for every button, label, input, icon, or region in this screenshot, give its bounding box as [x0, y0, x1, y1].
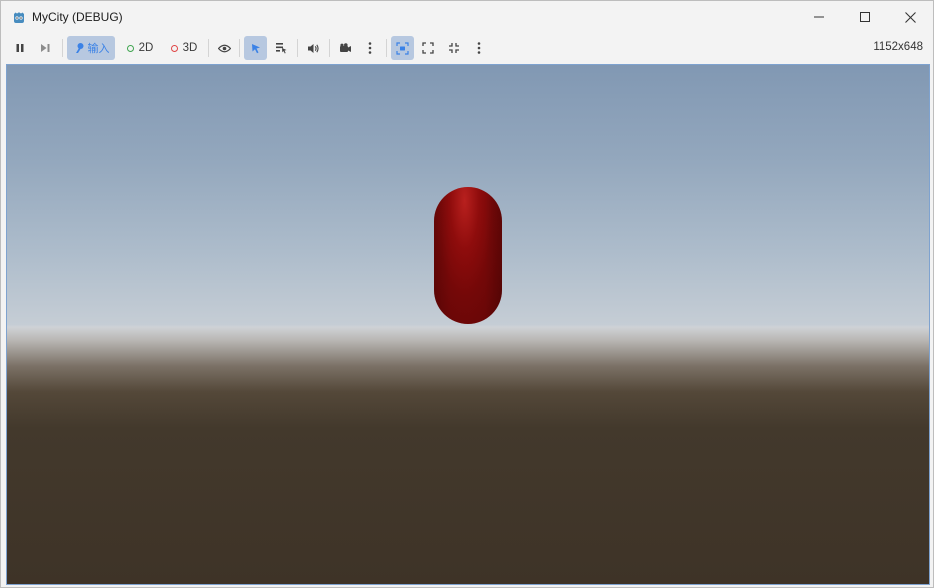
- fit-view-icon: [396, 41, 409, 55]
- select-mode-button[interactable]: [244, 36, 267, 60]
- camera-button[interactable]: [334, 36, 356, 60]
- camera-icon: [339, 43, 351, 52]
- shrink-button[interactable]: [443, 36, 465, 60]
- list-select-button[interactable]: [270, 36, 292, 60]
- pause-icon: [16, 44, 24, 52]
- red-capsule: [434, 187, 502, 324]
- mode-2d-button[interactable]: 2D: [120, 36, 160, 60]
- pause-button[interactable]: [9, 36, 31, 60]
- expand-icon: [422, 42, 434, 54]
- joypad-icon: [75, 43, 83, 53]
- maximize-icon: [860, 12, 870, 22]
- circle-3d-icon: [170, 44, 178, 52]
- minimize-button[interactable]: [796, 1, 842, 33]
- shrink-icon: [449, 43, 459, 53]
- maximize-button[interactable]: [842, 1, 888, 33]
- godot-icon: [14, 12, 24, 23]
- next-frame-icon: [40, 44, 49, 52]
- camera-options-button[interactable]: [360, 36, 380, 60]
- visibility-button[interactable]: [213, 36, 235, 60]
- view-options-button[interactable]: [469, 36, 489, 60]
- list-select-icon: [276, 43, 287, 54]
- resolution-label: 1152x648: [873, 41, 923, 53]
- audio-button[interactable]: [302, 36, 324, 60]
- kebab-menu-icon: [368, 42, 372, 54]
- close-icon: [904, 11, 916, 23]
- circle-2d-icon: [126, 44, 134, 52]
- title-bar[interactable]: MyCity (DEBUG): [1, 1, 933, 33]
- expand-button[interactable]: [417, 36, 439, 60]
- next-frame-button[interactable]: [34, 36, 56, 60]
- mode-2d-label: 2D: [138, 42, 154, 54]
- close-button[interactable]: [887, 1, 933, 33]
- input-toggle-button[interactable]: 输入: [67, 36, 115, 60]
- minimize-icon: [814, 16, 824, 18]
- game-toolbar: 输入 2D 3D 1152x648: [1, 33, 933, 63]
- game-window: MyCity (DEBUG) 输入 2D 3D 1152x648: [0, 0, 934, 588]
- kebab-menu-icon: [477, 42, 481, 54]
- fit-view-button[interactable]: [391, 36, 414, 60]
- speaker-icon: [307, 43, 319, 53]
- cursor-select-icon: [251, 43, 260, 53]
- mode-3d-label: 3D: [182, 42, 198, 54]
- input-label: 输入: [87, 42, 110, 55]
- eye-icon: [217, 44, 231, 52]
- mode-3d-button[interactable]: 3D: [164, 36, 204, 60]
- game-viewport[interactable]: [6, 64, 930, 585]
- window-title: MyCity (DEBUG): [32, 10, 123, 24]
